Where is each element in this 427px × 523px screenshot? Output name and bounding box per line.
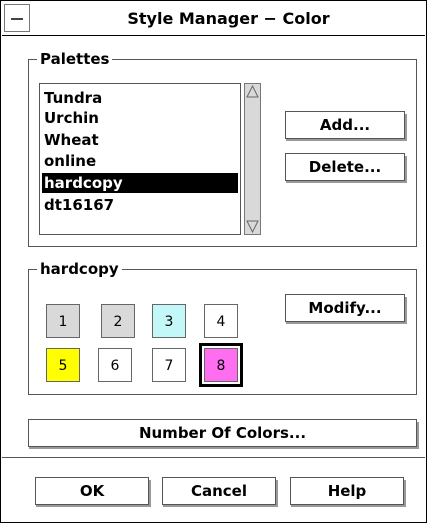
- delete-button-label: Delete...: [308, 158, 382, 176]
- palette-list[interactable]: Tundra Urchin Wheat online hardcopy dt16…: [39, 83, 241, 235]
- palette-item-hardcopy[interactable]: hardcopy: [42, 173, 238, 193]
- window-menu-icon: [11, 18, 23, 20]
- swatch-label: 7: [164, 358, 174, 374]
- cancel-button[interactable]: Cancel: [162, 477, 278, 507]
- ok-button[interactable]: OK: [35, 477, 151, 507]
- swatch-label: 8: [216, 358, 226, 374]
- palette-item-dt16167[interactable]: dt16167: [42, 195, 238, 215]
- color-swatch-2[interactable]: 2: [101, 304, 135, 338]
- scroll-up-arrow-icon[interactable]: [246, 85, 259, 98]
- palette-list-scrollbar[interactable]: [244, 83, 261, 235]
- add-palette-button[interactable]: Add...: [285, 111, 407, 141]
- swatch-label: 5: [58, 358, 68, 374]
- palette-item-wheat[interactable]: Wheat: [42, 130, 238, 150]
- palette-item-urchin[interactable]: Urchin: [42, 108, 238, 128]
- cancel-button-label: Cancel: [190, 482, 247, 500]
- palettes-group-label: Palettes: [37, 49, 113, 69]
- swatch-label: 3: [164, 314, 174, 330]
- footer-separator: [2, 457, 425, 458]
- swatch-label: 4: [216, 314, 226, 330]
- palette-item-tundra[interactable]: Tundra: [42, 88, 238, 108]
- current-palette-label: hardcopy: [37, 259, 122, 279]
- palette-item-online[interactable]: online: [42, 151, 238, 171]
- color-swatch-1[interactable]: 1: [46, 304, 80, 338]
- help-button-label: Help: [327, 482, 367, 500]
- modify-button-label: Modify...: [308, 299, 382, 317]
- style-manager-color-window: Style Manager − Color Palettes Tundra Ur…: [0, 0, 427, 523]
- window-menu-button[interactable]: [4, 4, 30, 32]
- swatch-label: 1: [58, 314, 68, 330]
- number-of-colors-button[interactable]: Number Of Colors...: [28, 419, 419, 449]
- swatch-label: 2: [113, 314, 123, 330]
- add-button-label: Add...: [319, 116, 371, 134]
- color-swatch-4[interactable]: 4: [204, 304, 238, 338]
- color-swatch-5[interactable]: 5: [46, 348, 80, 382]
- swatch-label: 6: [110, 358, 120, 374]
- number-of-colors-label: Number Of Colors...: [138, 424, 307, 442]
- scroll-down-arrow-icon[interactable]: [246, 220, 259, 233]
- color-swatch-8[interactable]: 8: [199, 343, 243, 387]
- help-button[interactable]: Help: [290, 477, 406, 507]
- delete-palette-button[interactable]: Delete...: [285, 153, 407, 183]
- color-swatch-6[interactable]: 6: [98, 348, 132, 382]
- scroll-thumb[interactable]: [246, 99, 259, 217]
- color-swatch-3[interactable]: 3: [152, 304, 186, 338]
- title-bar[interactable]: Style Manager − Color: [2, 2, 425, 36]
- window-title: Style Manager − Color: [127, 9, 330, 28]
- ok-button-label: OK: [79, 482, 105, 500]
- modify-button[interactable]: Modify...: [285, 294, 407, 324]
- color-swatch-7[interactable]: 7: [152, 348, 186, 382]
